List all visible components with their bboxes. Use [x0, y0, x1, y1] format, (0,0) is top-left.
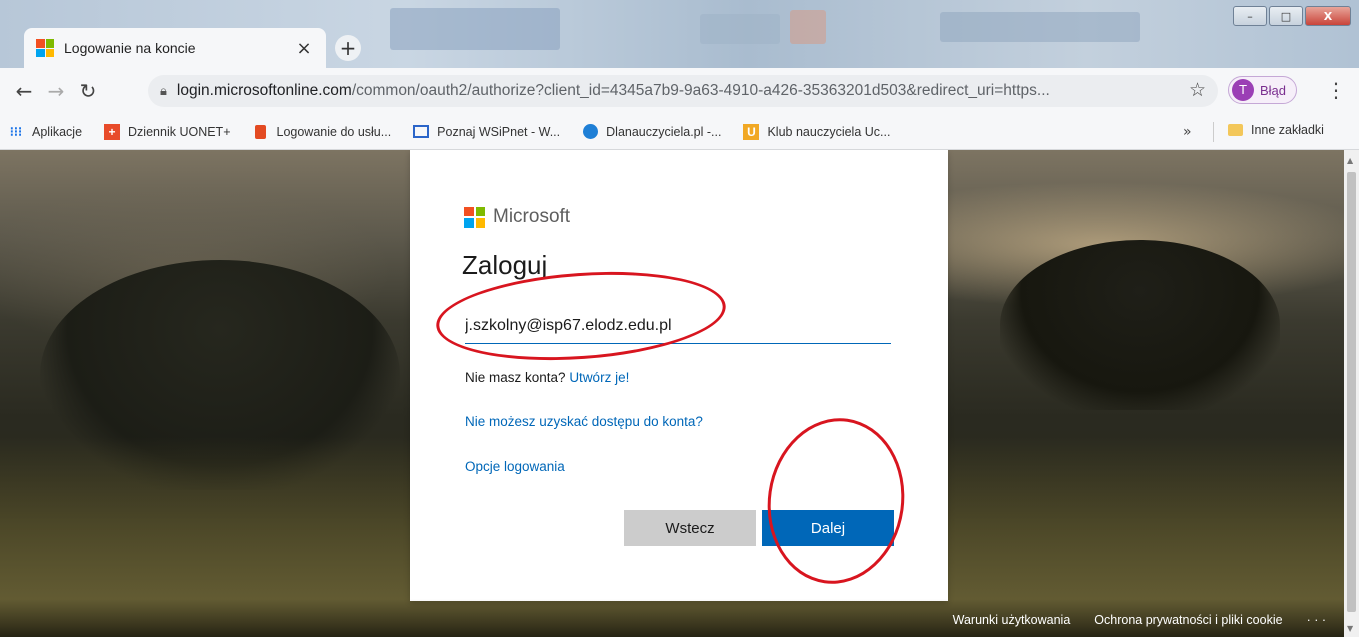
browser-menu-icon[interactable]: ⋮	[1326, 78, 1346, 102]
folder-icon	[1228, 124, 1243, 136]
maximize-button[interactable]: □	[1269, 6, 1303, 26]
scroll-down-icon[interactable]: ▼	[1347, 624, 1353, 633]
window-controls: – □ X	[1233, 6, 1351, 26]
background-blur	[390, 8, 560, 50]
back-arrow-icon[interactable]: ←	[8, 75, 40, 107]
background-blur	[700, 14, 780, 44]
background-blur	[790, 10, 826, 44]
page-title: Zaloguj	[462, 250, 548, 280]
lock-icon: 🔒︎	[160, 83, 167, 99]
browser-tab[interactable]: Logowanie na koncie ×	[24, 28, 326, 68]
bookmark-label: Poznaj WSiPnet - W...	[437, 124, 561, 139]
browser-toolbar: ← → ↻ 🔒︎ login.microsoftonline.com /comm…	[0, 68, 1359, 114]
bookmark-wsipnet[interactable]: Poznaj WSiPnet - W...	[413, 124, 560, 140]
forward-arrow-icon[interactable]: →	[40, 75, 72, 107]
address-bar[interactable]: 🔒︎ login.microsoftonline.com /common/oau…	[148, 75, 1218, 107]
back-button[interactable]: Wstecz	[624, 510, 756, 546]
scrollbar-thumb[interactable]	[1347, 172, 1356, 612]
signin-options-link[interactable]: Opcje logowania	[465, 459, 565, 474]
page-scrollbar[interactable]: ▲ ▼	[1344, 150, 1359, 637]
close-window-button[interactable]: X	[1305, 6, 1351, 26]
reload-icon[interactable]: ↻	[72, 75, 104, 107]
bookmark-office[interactable]: Logowanie do usłu...	[253, 124, 392, 140]
monitor-icon	[413, 124, 430, 140]
privacy-link[interactable]: Ochrona prywatności i pliki cookie	[1094, 613, 1282, 627]
bookmark-star-icon[interactable]: ☆	[1189, 79, 1206, 101]
bookmark-klub[interactable]: U Klub nauczyciela Uc...	[743, 123, 891, 140]
bookmark-dlanauczyciela[interactable]: Dlanauczyciela.pl -...	[582, 124, 721, 140]
tab-strip: Logowanie na koncie × + – □ X	[0, 0, 1359, 68]
tab-title: Logowanie na koncie	[64, 40, 196, 56]
blue-dot-icon	[582, 124, 598, 140]
page-footer: Warunki użytkowania Ochrona prywatności …	[0, 599, 1344, 637]
page-background: Microsoft Zaloguj Nie masz konta? Utwórz…	[0, 150, 1344, 637]
other-bookmarks[interactable]: Inne zakładki	[1228, 123, 1324, 137]
background-mountain	[1000, 240, 1280, 410]
uonet-icon: +	[104, 123, 121, 140]
profile-status: Błąd	[1260, 82, 1287, 98]
bookmark-uonet[interactable]: + Dziennik UONET+	[104, 123, 231, 140]
bookmark-apps[interactable]: ⁝⁝⁝ Aplikacje	[8, 124, 82, 140]
microsoft-logo-icon	[464, 206, 485, 228]
background-blur	[940, 12, 1140, 42]
create-account-row: Nie masz konta? Utwórz je!	[465, 370, 629, 385]
bookmark-label: Dziennik UONET+	[128, 124, 231, 139]
bookmark-label: Logowanie do usłu...	[276, 124, 392, 139]
profile-button[interactable]: T Błąd	[1228, 76, 1298, 104]
office-icon	[253, 124, 269, 140]
bookmark-label: Aplikacje	[32, 124, 83, 139]
new-tab-button[interactable]: +	[335, 35, 361, 61]
bookmark-label: Klub nauczyciela Uc...	[767, 124, 891, 139]
microsoft-favicon-icon	[36, 39, 54, 57]
url-host: login.microsoftonline.com	[176, 82, 352, 99]
no-account-text: Nie masz konta?	[465, 370, 566, 385]
u-badge-icon: U	[743, 123, 760, 140]
brand-name: Microsoft	[493, 206, 571, 227]
microsoft-logo: Microsoft	[464, 206, 570, 228]
divider	[1213, 122, 1214, 142]
tab-close-icon[interactable]: ×	[294, 38, 314, 59]
terms-link[interactable]: Warunki użytkowania	[953, 613, 1071, 627]
minimize-button[interactable]: –	[1233, 6, 1267, 26]
apps-grid-icon: ⁝⁝⁝	[9, 123, 23, 139]
cant-access-link[interactable]: Nie możesz uzyskać dostępu do konta?	[465, 414, 703, 429]
create-account-link[interactable]: Utwórz je!	[569, 370, 629, 385]
bookmark-label: Dlanauczyciela.pl -...	[606, 124, 722, 139]
more-options-icon[interactable]: · · ·	[1307, 613, 1326, 627]
avatar: T	[1232, 79, 1254, 101]
bookmarks-overflow-icon[interactable]: »	[1183, 124, 1192, 140]
other-bookmarks-label: Inne zakładki	[1251, 123, 1324, 137]
scroll-up-icon[interactable]: ▲	[1347, 156, 1353, 165]
url-path: /common/oauth2/authorize?client_id=4345a…	[351, 82, 1050, 99]
bookmarks-bar: ⁝⁝⁝ Aplikacje + Dziennik UONET+ Logowani…	[0, 114, 1359, 150]
